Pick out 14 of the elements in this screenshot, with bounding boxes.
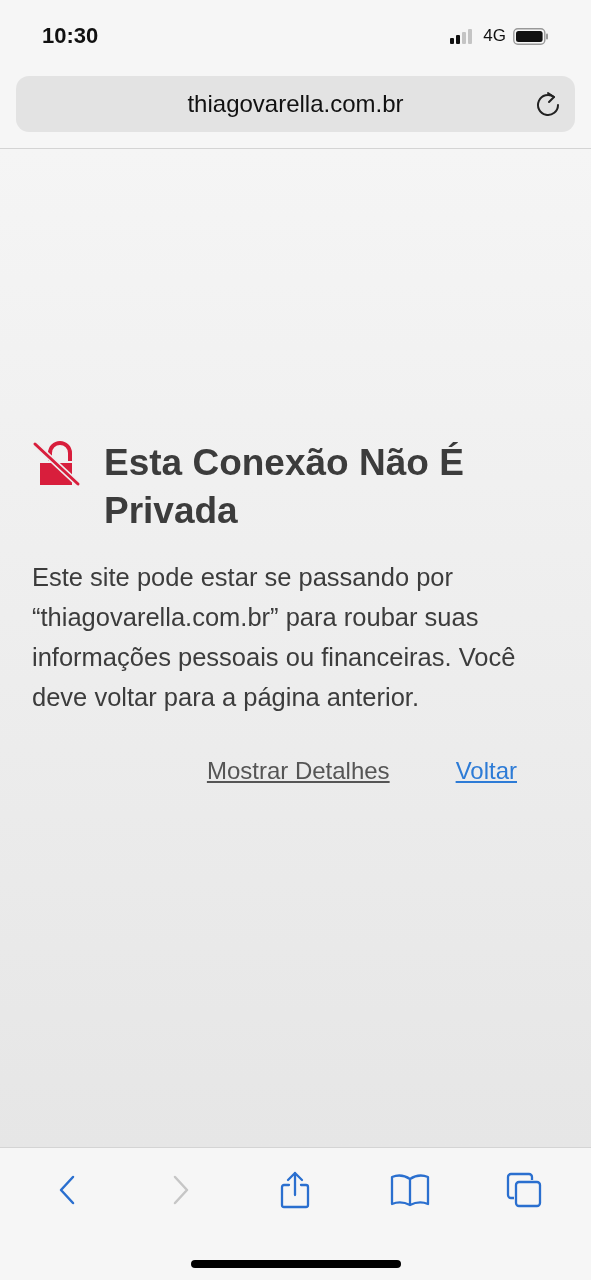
details-link[interactable]: Mostrar Detalhes [206,757,390,785]
back-link[interactable]: Voltar [455,757,517,785]
url-text: thiagovarella.com.br [187,90,404,118]
share-icon[interactable] [279,1171,312,1209]
book-icon[interactable] [389,1173,430,1207]
tabs-icon[interactable] [505,1172,542,1208]
broken-lock-icon [32,441,82,487]
warning-title: Esta Conexão Não É Privada [104,441,465,533]
battery-icon [513,27,549,45]
status-time: 10:30 [42,23,99,49]
network-label: 4G [483,26,506,46]
address-bar[interactable]: thiagovarella.com.br [16,76,575,132]
warning-message: Este site pode estar se passando por “thiagovarella.com.br” para roubar suas informações pessoais ou financeiras. Você deve voltar para a página anterior. [32,562,517,713]
reload-icon[interactable] [535,90,561,118]
